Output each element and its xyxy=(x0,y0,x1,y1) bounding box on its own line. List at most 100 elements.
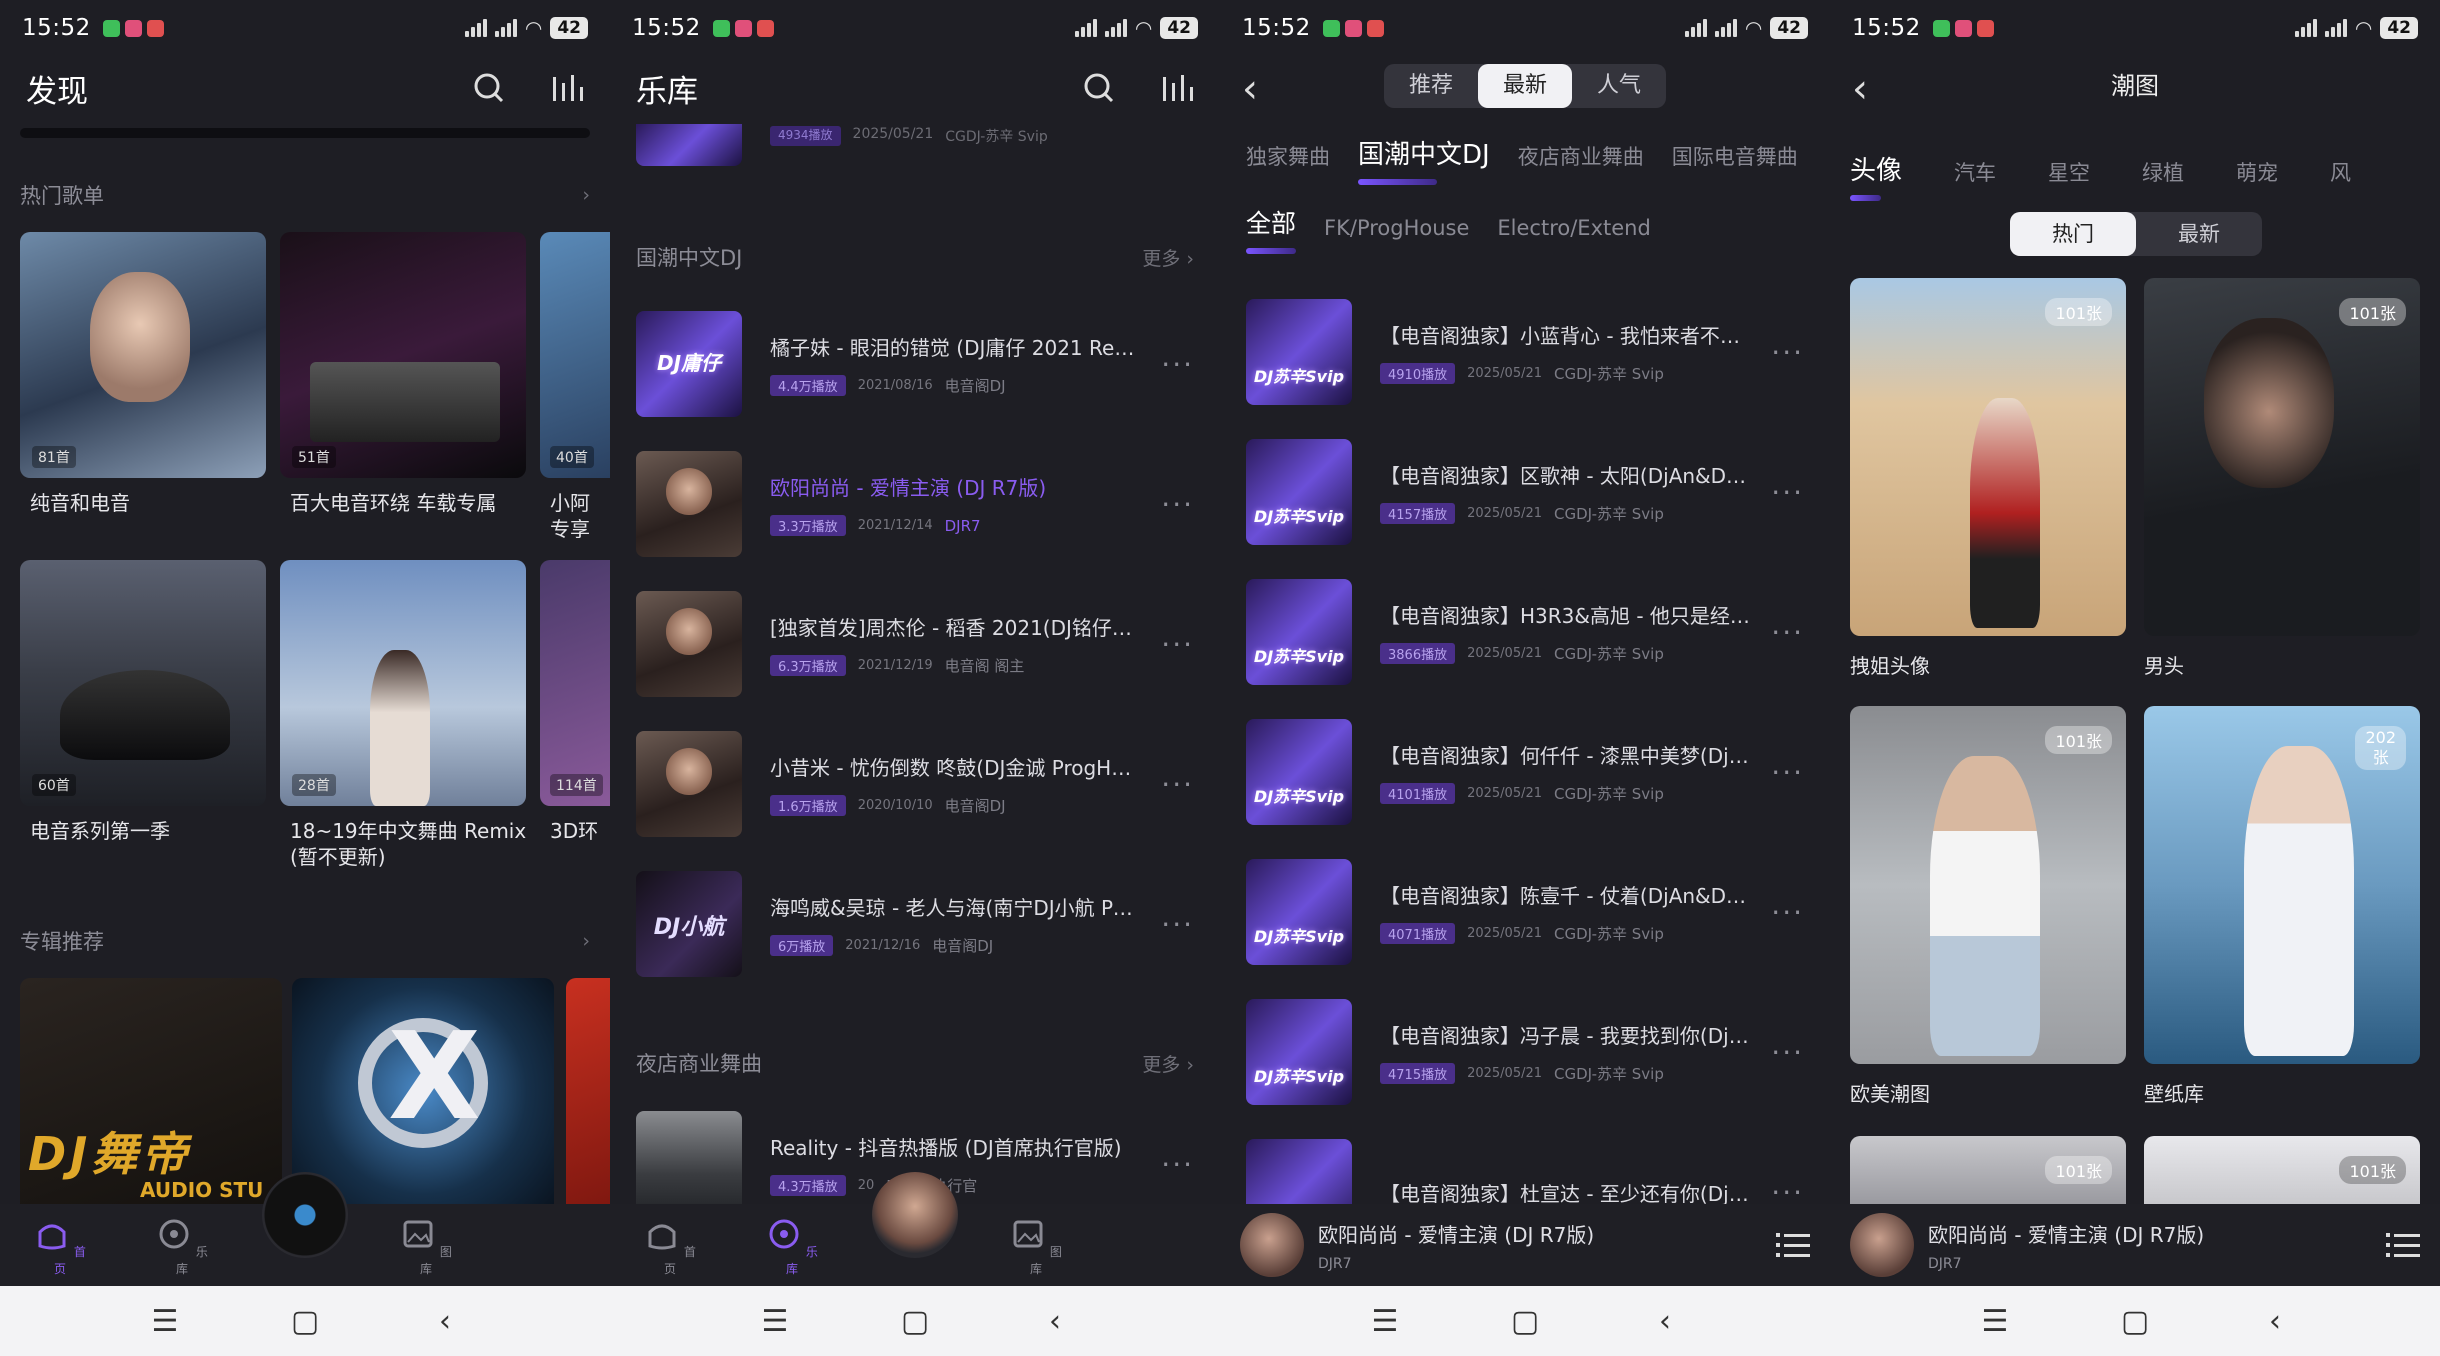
song-row[interactable]: [独家首发]周杰伦 - 稻香 2021(DJ铭仔DJ... 6.3万播放 2021… xyxy=(636,584,1194,704)
playlist-title[interactable]: 小阿 专享 xyxy=(550,490,590,542)
tab-avatar[interactable]: 头像 xyxy=(1850,150,1902,201)
playlist-icon[interactable] xyxy=(1776,1230,1810,1260)
search-icon[interactable] xyxy=(1082,71,1116,105)
chevron-right-icon[interactable]: › xyxy=(582,930,590,952)
tab-nightclub[interactable]: 夜店商业舞曲 xyxy=(1518,141,1644,171)
back-icon[interactable]: ‹ xyxy=(425,1304,465,1339)
seg-popular[interactable]: 人气 xyxy=(1572,64,1666,108)
home-square-icon[interactable]: ▢ xyxy=(1505,1304,1545,1339)
subtab-electro[interactable]: Electro/Extend xyxy=(1497,216,1650,240)
menu-icon[interactable]: ☰ xyxy=(755,1304,795,1339)
more-options-icon[interactable]: ··· xyxy=(1161,908,1194,941)
gallery-title[interactable]: 拽姐头像 xyxy=(1850,650,1930,679)
song-row[interactable]: DJ苏辛Svip 【电音阁独家】冯子晨 - 我要找到你(DjAn... 4715… xyxy=(1246,992,1804,1112)
tab-plant[interactable]: 绿植 xyxy=(2142,157,2184,187)
seg-latest[interactable]: 最新 xyxy=(1478,64,1572,108)
song-row[interactable]: DJ小航 海鸣威&吴琼 - 老人与海(南宁DJ小航 Prog... 6万播放 20… xyxy=(636,864,1194,984)
tab-international[interactable]: 国际电音舞曲 xyxy=(1672,141,1798,171)
section-header[interactable]: 夜店商业舞曲 更多 › xyxy=(636,1048,1194,1078)
album-header[interactable]: 专辑推荐 › xyxy=(20,926,590,956)
more-options-icon[interactable]: ··· xyxy=(1771,336,1804,369)
gallery-title[interactable]: 欧美潮图 xyxy=(1850,1078,1930,1107)
seg-hot[interactable]: 热门 xyxy=(2010,212,2136,256)
song-row[interactable]: DJ苏辛Svip 【电音阁独家】陈壹千 - 仗着(DjAn&Dj苏... 407… xyxy=(1246,852,1804,972)
tab-scenery[interactable]: 风 xyxy=(2330,157,2351,187)
playlist-card[interactable]: 51首 xyxy=(280,232,526,478)
search-icon[interactable] xyxy=(472,71,506,105)
gallery-title[interactable]: 壁纸库 xyxy=(2144,1078,2204,1107)
more-options-icon[interactable]: ··· xyxy=(1161,348,1194,381)
more-options-icon[interactable]: ··· xyxy=(1771,616,1804,649)
song-row[interactable]: 欧阳尚尚 - 爱情主演 (DJ R7版) 3.3万播放 2021/12/14 DJR… xyxy=(636,444,1194,564)
back-icon[interactable]: ‹ xyxy=(1645,1304,1685,1339)
playlist-title[interactable]: 3D环 xyxy=(550,818,598,844)
nav-gallery[interactable]: 图库 xyxy=(396,1216,456,1277)
home-square-icon[interactable]: ▢ xyxy=(895,1304,935,1339)
playlist-title[interactable]: 纯音和电音 xyxy=(30,490,130,516)
more-options-icon[interactable]: ··· xyxy=(1771,756,1804,789)
gallery-card[interactable]: 101张 xyxy=(2144,278,2420,636)
back-icon[interactable]: ‹ xyxy=(1035,1304,1075,1339)
nav-gallery[interactable]: 图库 xyxy=(1006,1216,1066,1277)
mini-player[interactable]: 欧阳尚尚 - 爱情主演 (DJ R7版) DJR7 xyxy=(1830,1204,2440,1286)
tab-exclusive[interactable]: 独家舞曲 xyxy=(1246,141,1330,171)
back-arrow-icon[interactable]: ‹ xyxy=(1242,66,1258,112)
playlist-title[interactable]: 18~19年中文舞曲 Remix (暂不更新) xyxy=(290,818,526,870)
menu-icon[interactable]: ☰ xyxy=(145,1304,185,1339)
equalizer-icon[interactable] xyxy=(550,71,584,105)
home-square-icon[interactable]: ▢ xyxy=(285,1304,325,1339)
playlist-icon[interactable] xyxy=(2386,1230,2420,1260)
nav-library[interactable]: 乐库 xyxy=(762,1216,822,1277)
home-square-icon[interactable]: ▢ xyxy=(2115,1304,2155,1339)
more-options-icon[interactable]: ··· xyxy=(1161,488,1194,521)
album-card[interactable]: DJ舞帝 AUDIO STU xyxy=(20,978,282,1204)
subtab-all[interactable]: 全部 xyxy=(1246,204,1297,254)
more-options-icon[interactable]: ··· xyxy=(1161,1148,1194,1181)
playlist-card[interactable]: 60首 xyxy=(20,560,266,806)
song-row[interactable]: 小昔米 - 忧伤倒数 咚鼓(DJ金诚 ProgHou... 1.6万播放 2020… xyxy=(636,724,1194,844)
more-options-icon[interactable]: ··· xyxy=(1771,896,1804,929)
playlist-title[interactable]: 电音系列第一季 xyxy=(30,818,170,844)
subtab-fk[interactable]: FK/ProgHouse xyxy=(1324,216,1469,240)
hot-playlists-header[interactable]: 热门歌单 › xyxy=(20,180,590,210)
playlist-card[interactable]: 114首 xyxy=(540,560,610,806)
playlist-card[interactable]: 40首 xyxy=(540,232,610,478)
song-row[interactable]: DJ苏辛Svip 【电音阁独家】H3R3&高旭 - 他只是经过(... 3866… xyxy=(1246,572,1804,692)
equalizer-icon[interactable] xyxy=(1160,71,1194,105)
more-link[interactable]: 更多 › xyxy=(1142,1050,1194,1077)
chevron-right-icon[interactable]: › xyxy=(582,184,590,206)
nav-library[interactable]: 乐库 xyxy=(152,1216,212,1277)
nav-home[interactable]: 首页 xyxy=(30,1216,90,1277)
more-options-icon[interactable]: ··· xyxy=(1771,476,1804,509)
gallery-card[interactable]: 101张 xyxy=(1850,1136,2126,1204)
gallery-title[interactable]: 男头 xyxy=(2144,650,2184,679)
gallery-card[interactable]: 101张 xyxy=(1850,278,2126,636)
more-link[interactable]: 更多 › xyxy=(1142,244,1194,271)
tab-car[interactable]: 汽车 xyxy=(1954,157,1996,187)
gallery-card[interactable]: 101张 xyxy=(2144,1136,2420,1204)
now-playing-disc[interactable] xyxy=(872,1172,958,1258)
more-options-icon[interactable]: ··· xyxy=(1161,768,1194,801)
gallery-card[interactable]: 101张 xyxy=(1850,706,2126,1064)
tab-guochao[interactable]: 国潮中文DJ xyxy=(1358,134,1490,185)
song-row[interactable]: DJ苏辛Svip 【电音阁独家】小蓝背心 - 我怕来者不是你... 4910播放… xyxy=(1246,292,1804,412)
menu-icon[interactable]: ☰ xyxy=(1365,1304,1405,1339)
album-card[interactable]: X xyxy=(292,978,554,1204)
back-icon[interactable]: ‹ xyxy=(2255,1304,2295,1339)
more-options-icon[interactable]: ··· xyxy=(1161,628,1194,661)
menu-icon[interactable]: ☰ xyxy=(1975,1304,2015,1339)
album-card[interactable] xyxy=(566,978,610,1204)
song-row[interactable]: DJ庸仔 橘子妹 - 眼泪的错觉 (DJ庸仔 2021 Remix) 4.4万播… xyxy=(636,304,1194,424)
mini-player[interactable]: 欧阳尚尚 - 爱情主演 (DJ R7版) DJR7 xyxy=(1220,1204,1830,1286)
seg-recommend[interactable]: 推荐 xyxy=(1384,64,1478,108)
section-header[interactable]: 国潮中文DJ 更多 › xyxy=(636,242,1194,272)
song-cover-partial[interactable] xyxy=(636,124,742,166)
now-playing-disc[interactable] xyxy=(262,1172,348,1258)
more-options-icon[interactable]: ··· xyxy=(1771,1036,1804,1069)
song-row[interactable]: DJ苏辛Svip 【电音阁独家】区歌神 - 太阳(DjAn&Dj苏... 415… xyxy=(1246,432,1804,552)
playlist-card[interactable]: 28首 xyxy=(280,560,526,806)
playlist-title[interactable]: 百大电音环绕 车载专属 xyxy=(290,490,496,516)
seg-latest[interactable]: 最新 xyxy=(2136,212,2262,256)
nav-home[interactable]: 首页 xyxy=(640,1216,700,1277)
tab-pet[interactable]: 萌宠 xyxy=(2236,157,2278,187)
